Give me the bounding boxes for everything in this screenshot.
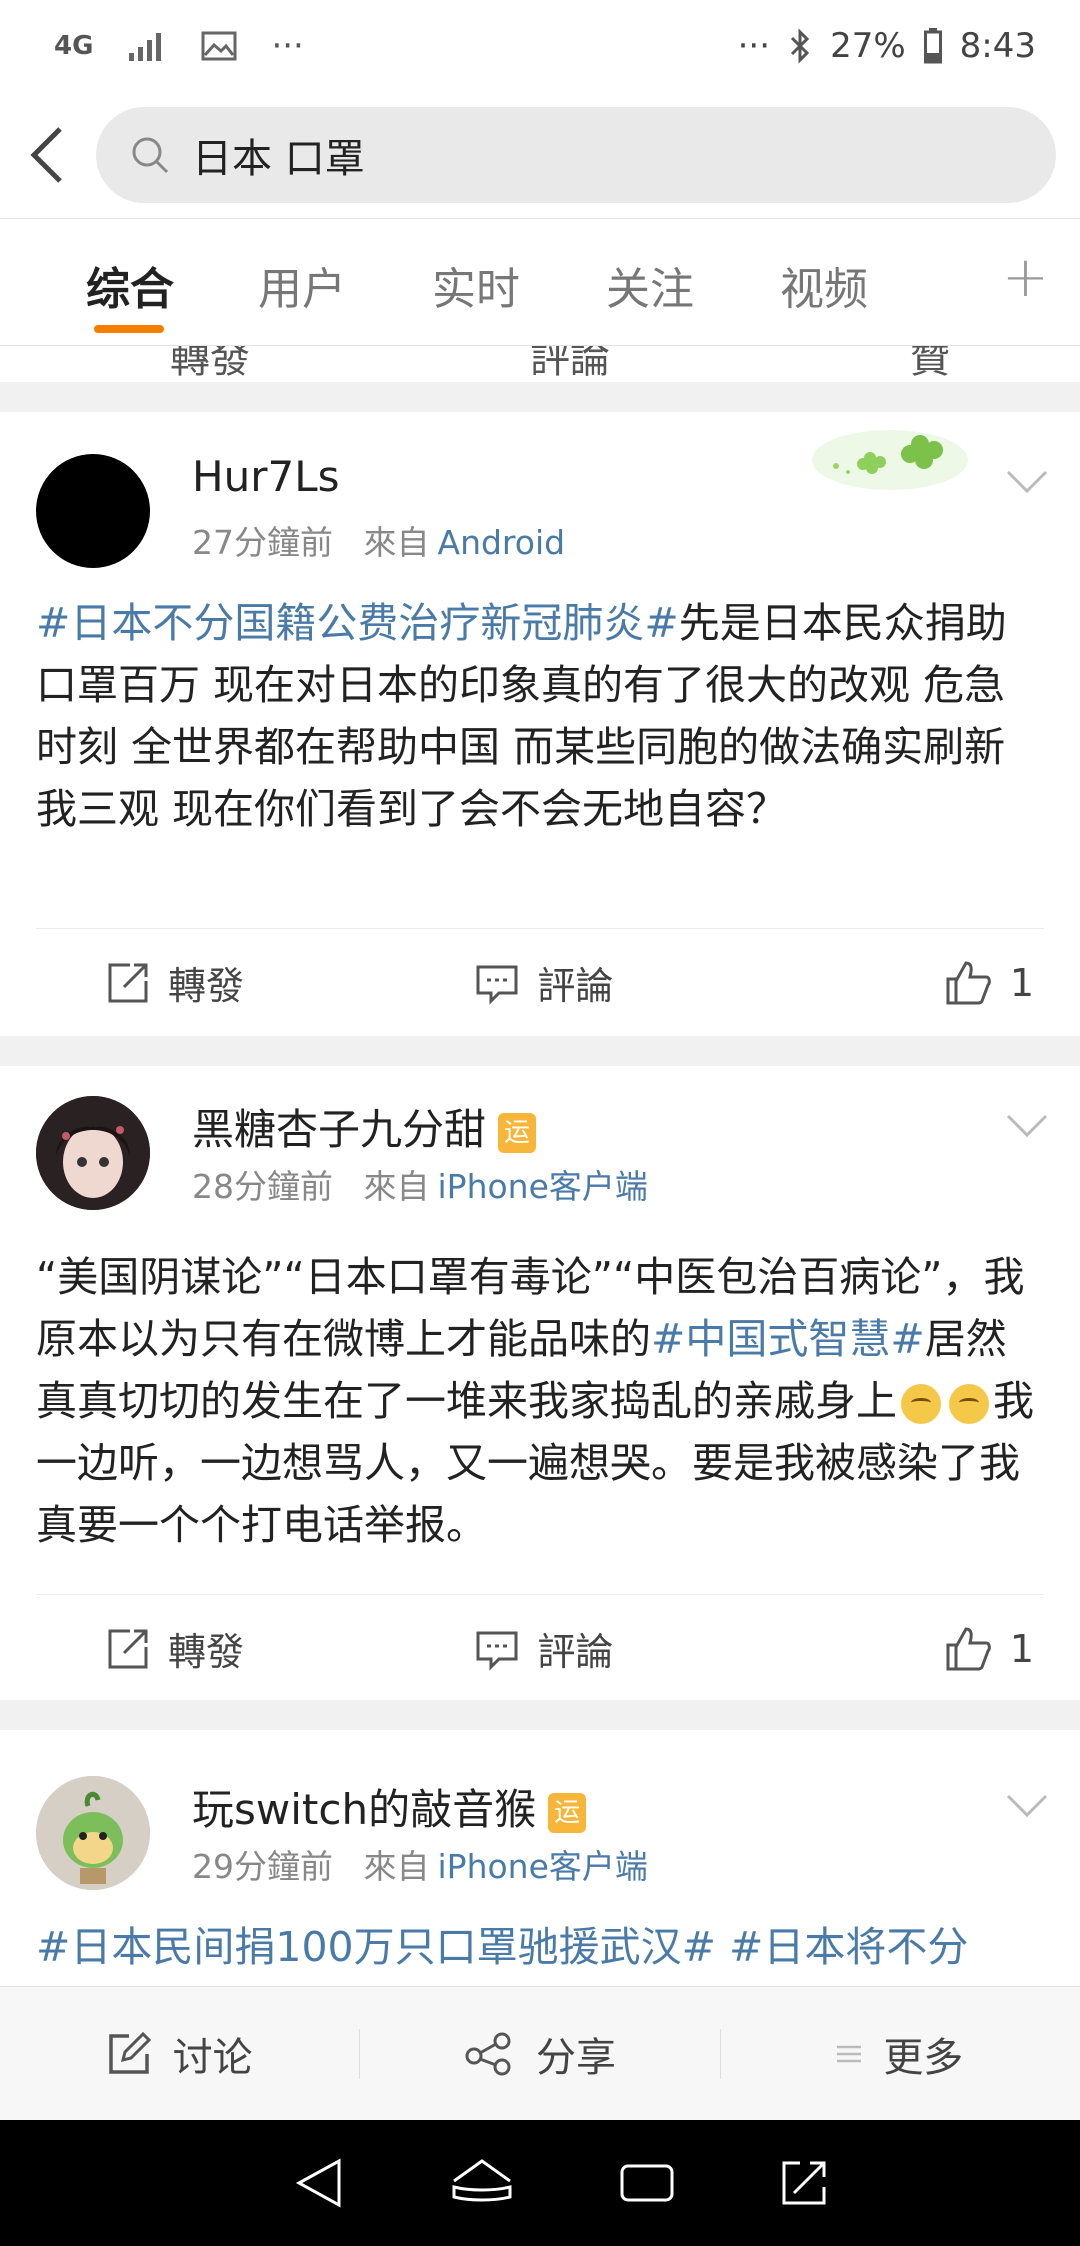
chevron-down-icon[interactable] bbox=[1006, 1114, 1048, 1138]
clover-decoration-icon bbox=[812, 430, 968, 490]
repost-icon bbox=[108, 1629, 148, 1668]
expand-nav-icon[interactable] bbox=[780, 2159, 828, 2207]
add-tab-button[interactable]: + bbox=[1002, 245, 1049, 310]
share-icon bbox=[465, 2032, 511, 2075]
post-actions: 轉發 評論 1 bbox=[36, 928, 1044, 1036]
post-time: 27分鐘前 bbox=[192, 523, 333, 562]
tab-following[interactable]: 关注 bbox=[606, 253, 694, 317]
hashtag-link[interactable]: #日本不分国籍公费治疗新冠肺炎# bbox=[36, 599, 679, 647]
post-card[interactable]: Hur7Ls 27分鐘前 來自 Android #日本不分国籍公费治疗新冠肺炎#先… bbox=[0, 412, 1080, 1036]
comment-button[interactable]: 評論 bbox=[395, 1621, 754, 1676]
partial-comment[interactable]: 評論 bbox=[530, 346, 610, 382]
post-meta: 28分鐘前 來自 iPhone客户端 bbox=[192, 1167, 648, 1206]
repost-button[interactable]: 轉發 bbox=[36, 955, 395, 1010]
tab-bar: 综合 用户 实时 关注 视频 + bbox=[0, 218, 1080, 346]
partial-like[interactable]: 贊 bbox=[910, 346, 950, 382]
post-username-row: 玩switch的敲音猴运 bbox=[192, 1776, 587, 1837]
avatar[interactable] bbox=[36, 1096, 150, 1210]
search-input[interactable]: 日本 口罩 bbox=[96, 107, 1056, 203]
avatar[interactable] bbox=[36, 454, 150, 568]
more-notifications: ··· bbox=[271, 26, 304, 66]
post-text: #日本民间捐100万只口罩驰援武汉# #日本将不分 bbox=[36, 1916, 1046, 1978]
post-meta: 27分鐘前 來自 Android bbox=[192, 523, 566, 562]
back-nav-icon[interactable] bbox=[293, 2157, 345, 2209]
post-username-row: 黑糖杏子九分甜运 bbox=[192, 1096, 537, 1157]
comment-icon bbox=[476, 1631, 518, 1671]
bottom-action-bar: 讨论 分享 更多 bbox=[0, 1986, 1080, 2120]
thumbs-up-icon bbox=[946, 1626, 991, 1670]
hashtag-link[interactable]: #日本民间捐100万只口罩驰援武汉# bbox=[36, 1923, 716, 1971]
bluetooth-icon bbox=[791, 28, 810, 64]
comment-button[interactable]: 評論 bbox=[395, 955, 754, 1010]
post-meta: 29分鐘前 來自 iPhone客户端 bbox=[192, 1847, 648, 1886]
share-button[interactable]: 分享 bbox=[360, 2025, 719, 2083]
post-time: 28分鐘前 bbox=[192, 1167, 333, 1206]
edit-icon bbox=[108, 2031, 151, 2074]
network-indicator: 4G bbox=[54, 31, 94, 61]
thumbs-up-icon bbox=[946, 960, 991, 1004]
comment-icon bbox=[476, 965, 518, 1005]
home-nav-icon[interactable] bbox=[450, 2157, 514, 2209]
hashtag-link[interactable]: #中国式智慧# bbox=[651, 1315, 925, 1363]
post-source[interactable]: iPhone客户端 bbox=[438, 1847, 648, 1886]
like-button[interactable]: 1 bbox=[755, 1625, 1044, 1673]
post-username[interactable]: Hur7Ls bbox=[192, 452, 339, 501]
post-username[interactable]: 玩switch的敲音猴 bbox=[192, 1785, 536, 1834]
discuss-button[interactable]: 讨论 bbox=[0, 2025, 359, 2083]
recents-nav-icon[interactable] bbox=[619, 2160, 675, 2206]
battery-percent: 27% bbox=[830, 26, 906, 66]
more-status: ··· bbox=[737, 26, 771, 66]
tab-users[interactable]: 用户 bbox=[258, 253, 346, 317]
post-time: 29分鐘前 bbox=[192, 1847, 333, 1886]
tab-video[interactable]: 视频 bbox=[780, 253, 868, 317]
clock: 8:43 bbox=[959, 26, 1036, 66]
hashtag-link[interactable]: #日本将不分 bbox=[729, 1923, 968, 1971]
battery-icon bbox=[923, 28, 942, 64]
active-tab-indicator bbox=[94, 325, 164, 333]
signal-icon bbox=[129, 33, 162, 61]
system-nav-bar bbox=[0, 2120, 1080, 2246]
back-button[interactable] bbox=[0, 92, 96, 218]
post-text: #日本不分国籍公费治疗新冠肺炎#先是日本民众捐助口罩百万 现在对日本的印象真的有… bbox=[36, 599, 1007, 833]
search-query: 日本 口罩 bbox=[192, 136, 365, 182]
badge-icon: 运 bbox=[548, 1792, 587, 1833]
tab-realtime[interactable]: 实时 bbox=[432, 253, 520, 317]
badge-icon: 运 bbox=[498, 1112, 537, 1153]
search-header: 日本 口罩 bbox=[0, 92, 1080, 218]
more-button[interactable]: 更多 bbox=[721, 2025, 1080, 2083]
emoji-icon bbox=[901, 1384, 941, 1424]
like-button[interactable]: 1 bbox=[755, 959, 1044, 1007]
tab-comprehensive[interactable]: 综合 bbox=[86, 253, 174, 317]
post-text: “美国阴谋论”“日本口罩有毒论”“中医包治百病论”，我原本以为只有在微博上才能品… bbox=[36, 1253, 1034, 1549]
post-username[interactable]: 黑糖杏子九分甜 bbox=[192, 1105, 486, 1154]
chevron-down-icon[interactable] bbox=[1006, 1794, 1048, 1818]
anime-girl-avatar bbox=[36, 1096, 150, 1210]
like-count: 1 bbox=[1009, 1626, 1034, 1671]
repost-button[interactable]: 轉發 bbox=[36, 1621, 395, 1676]
post-card-body: “美国阴谋论”“日本口罩有毒论”“中医包治百病论”，我原本以为只有在微博上才能品… bbox=[0, 1226, 1080, 1700]
post-card[interactable]: 玩switch的敲音猴运 29分鐘前 來自 iPhone客户端 #日本民间捐100… bbox=[0, 1730, 1080, 1986]
partial-repost[interactable]: 轉發 bbox=[170, 346, 250, 382]
back-arrow-icon bbox=[30, 127, 62, 183]
avatar[interactable] bbox=[36, 1776, 150, 1890]
post-source[interactable]: Android bbox=[438, 523, 566, 562]
search-icon bbox=[132, 137, 169, 174]
menu-icon bbox=[837, 2045, 862, 2062]
image-icon bbox=[201, 31, 237, 61]
status-bar: 4G ··· ··· 27% 8:43 bbox=[0, 0, 1080, 92]
post-actions: 轉發 評論 1 bbox=[36, 1594, 1044, 1702]
chevron-down-icon[interactable] bbox=[1006, 470, 1048, 494]
partial-action-row: 轉發 評論 贊 bbox=[0, 346, 1080, 382]
like-count: 1 bbox=[1009, 960, 1034, 1005]
repost-icon bbox=[108, 963, 148, 1002]
emoji-icon bbox=[949, 1384, 989, 1424]
post-source[interactable]: iPhone客户端 bbox=[438, 1167, 648, 1206]
grookey-avatar bbox=[36, 1776, 150, 1890]
